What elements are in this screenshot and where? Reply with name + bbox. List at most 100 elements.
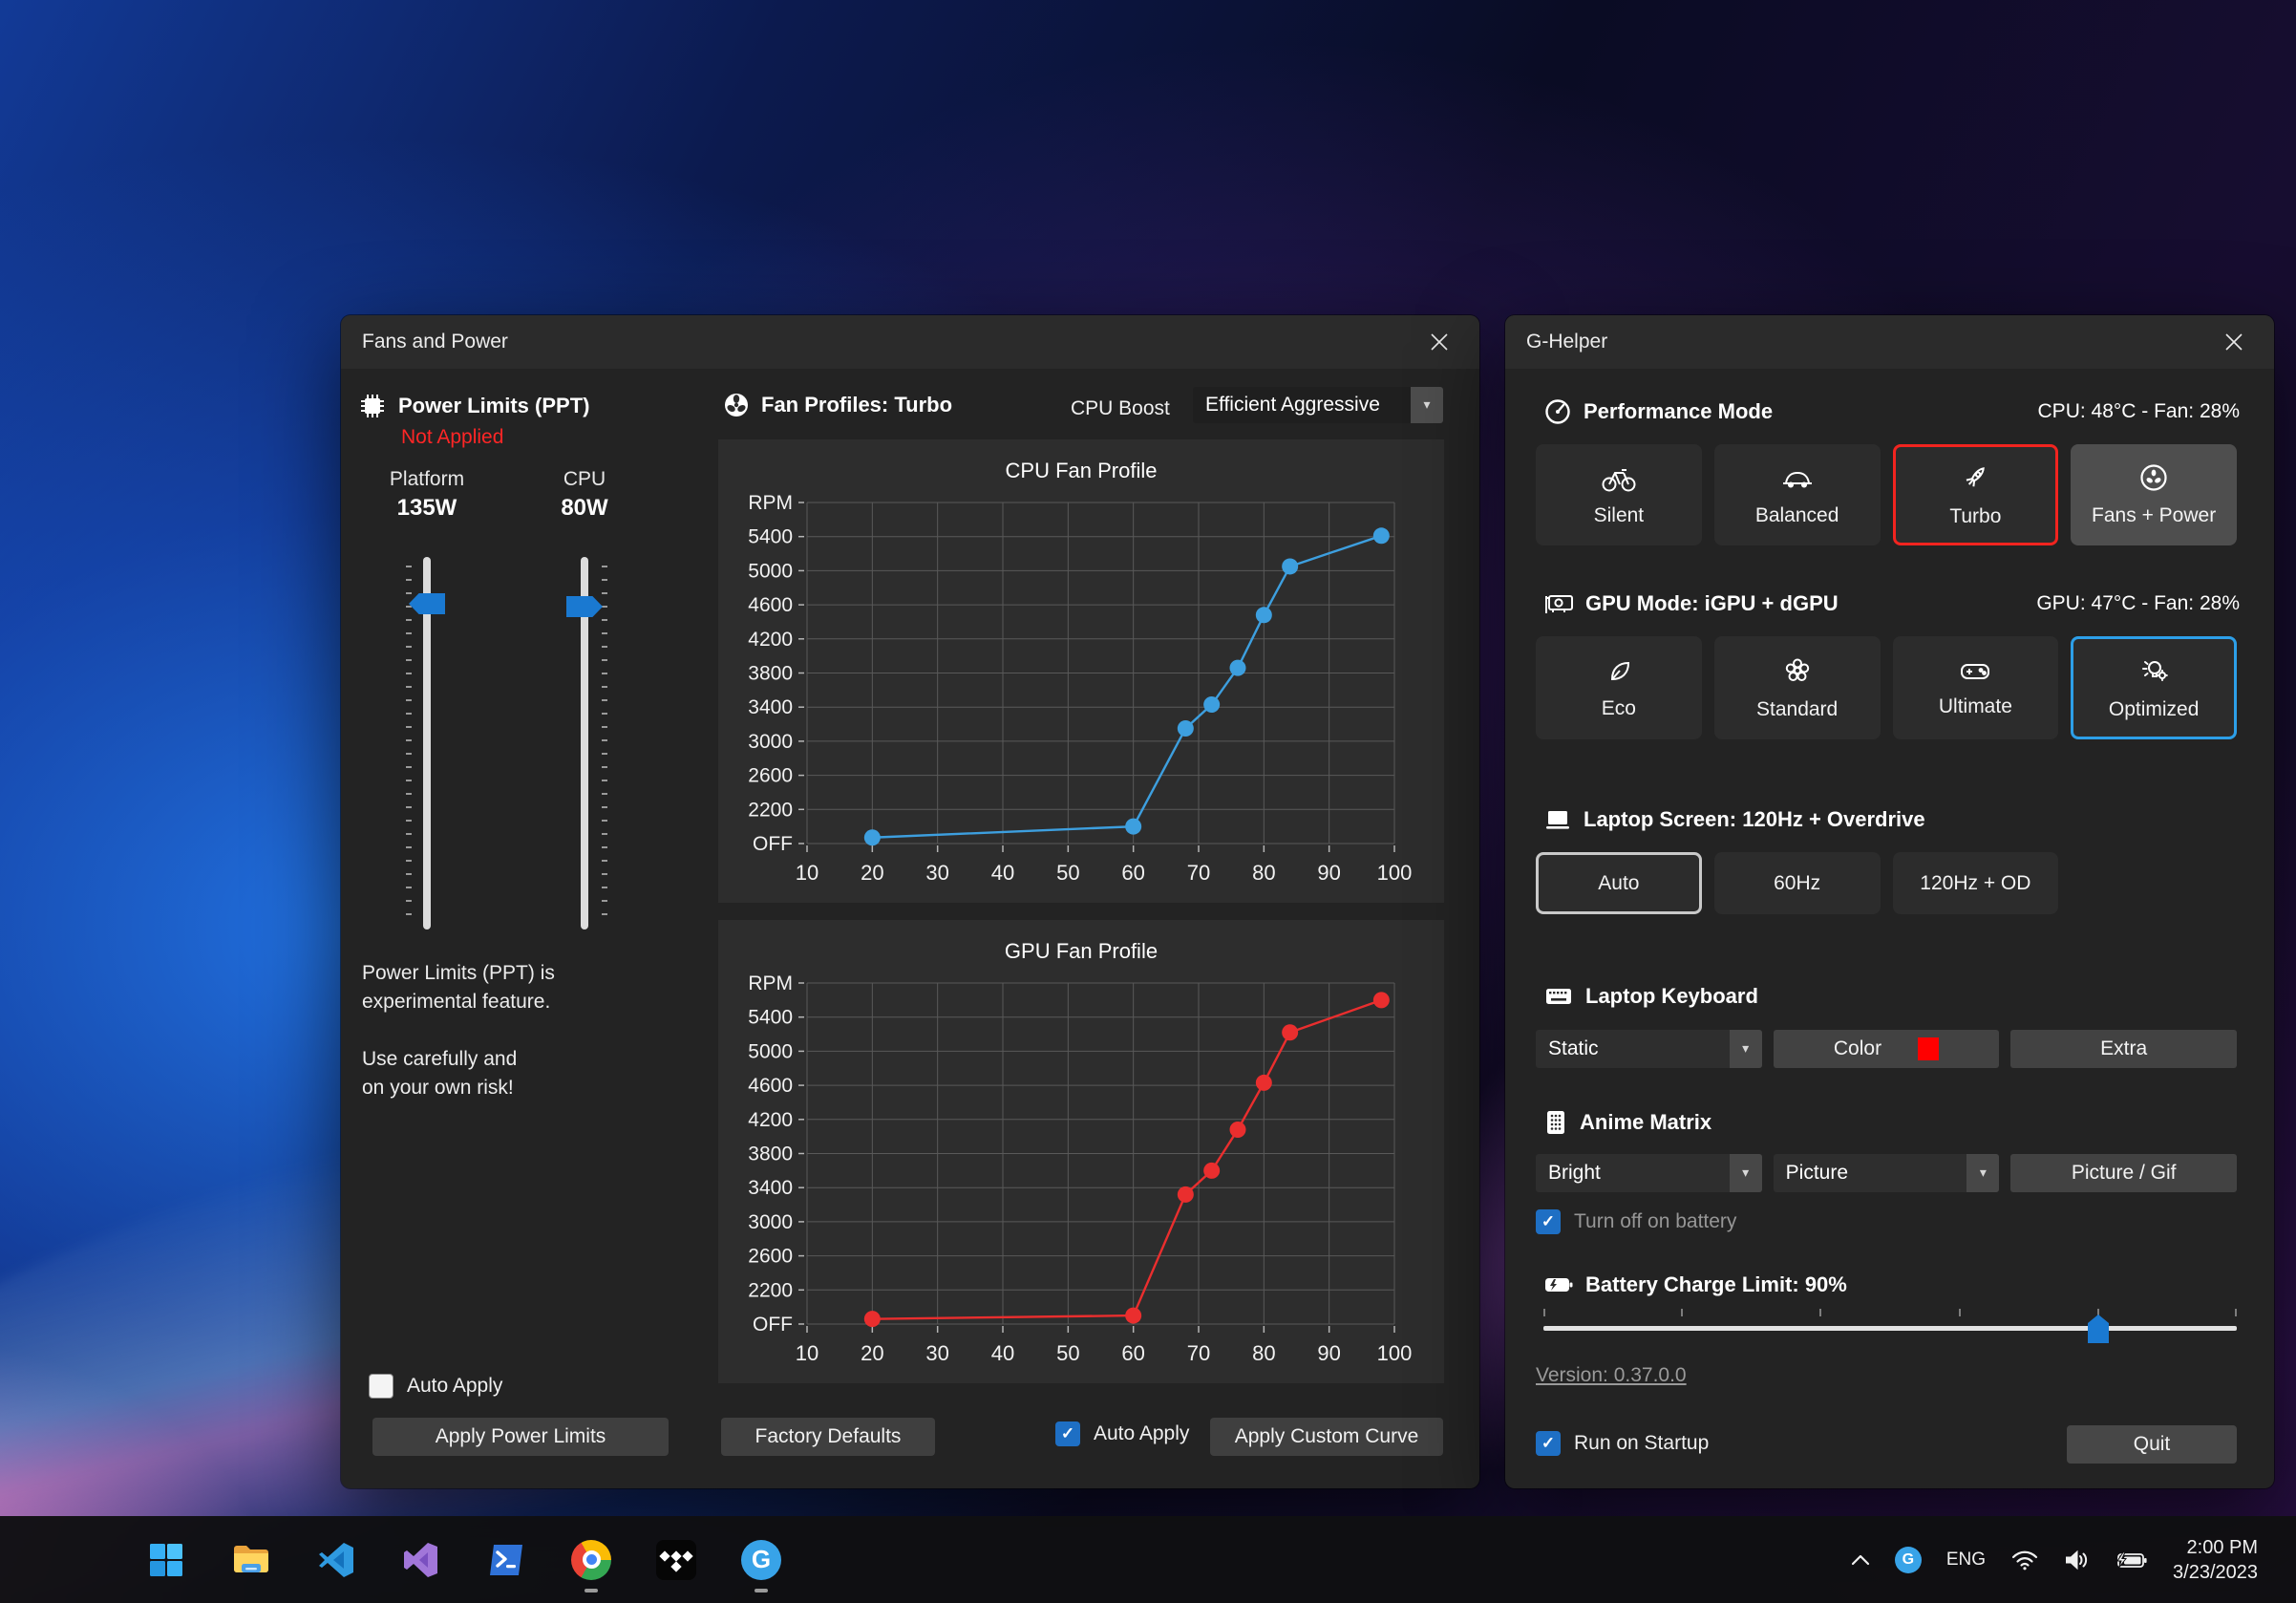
gpu-fan-chart[interactable]: RPM540050004600420038003400300026002200O… bbox=[718, 920, 1444, 1383]
gpu-ultimate-button[interactable]: Ultimate bbox=[1893, 636, 2059, 739]
chrome-icon[interactable] bbox=[570, 1539, 612, 1581]
chevron-down-icon[interactable]: ▾ bbox=[1730, 1030, 1762, 1068]
svg-text:GPU Fan Profile: GPU Fan Profile bbox=[1005, 939, 1158, 963]
power-limits-header: Power Limits (PPT) bbox=[358, 392, 589, 420]
close-icon[interactable] bbox=[2215, 323, 2253, 361]
cpu-boost-dropdown[interactable]: Efficient Aggressive ▾ bbox=[1193, 387, 1443, 423]
fan-profiles-heading: Fan Profiles: Turbo bbox=[761, 393, 952, 417]
cpu-label: CPU bbox=[518, 468, 651, 491]
screen-auto-button[interactable]: Auto bbox=[1536, 852, 1702, 914]
matrix-picture-gif-button[interactable]: Picture / Gif bbox=[2010, 1154, 2237, 1192]
wifi-icon[interactable] bbox=[2010, 1549, 2039, 1571]
screen-buttons: Auto 60Hz 120Hz + OD bbox=[1536, 852, 2237, 914]
quit-button[interactable]: Quit bbox=[2067, 1425, 2237, 1464]
svg-text:RPM: RPM bbox=[748, 492, 793, 514]
svg-text:OFF: OFF bbox=[753, 833, 793, 855]
svg-text:3000: 3000 bbox=[748, 1211, 793, 1233]
fans-window-titlebar[interactable]: Fans and Power bbox=[341, 315, 1479, 369]
svg-text:30: 30 bbox=[925, 1341, 948, 1365]
battery-tray-icon[interactable] bbox=[2115, 1550, 2148, 1571]
start-button[interactable] bbox=[145, 1539, 187, 1581]
tidal-icon[interactable] bbox=[655, 1539, 697, 1581]
run-on-startup-checkbox[interactable]: ✓ bbox=[1536, 1431, 1561, 1456]
gpu-optimized-button[interactable]: Optimized bbox=[2071, 636, 2237, 739]
platform-label: Platform bbox=[360, 468, 494, 491]
matrix-brightness-dropdown[interactable]: Bright ▾ bbox=[1536, 1154, 1762, 1192]
mode-turbo-button[interactable]: Turbo bbox=[1893, 444, 2059, 545]
running-indicator bbox=[755, 1589, 768, 1592]
power-auto-apply-checkbox[interactable] bbox=[369, 1374, 393, 1399]
gpu-temp-status: GPU: 47°C - Fan: 28% bbox=[2036, 592, 2240, 615]
factory-defaults-button[interactable]: Factory Defaults bbox=[721, 1418, 935, 1456]
screen-60hz-button[interactable]: 60Hz bbox=[1714, 852, 1881, 914]
vscode-icon[interactable] bbox=[315, 1539, 357, 1581]
keyboard-mode-dropdown[interactable]: Static ▾ bbox=[1536, 1030, 1762, 1068]
cpu-slider-thumb[interactable] bbox=[566, 596, 603, 617]
close-icon[interactable] bbox=[1420, 323, 1458, 361]
svg-text:30: 30 bbox=[925, 861, 948, 885]
gpu-fan-chart-panel: RPM540050004600420038003400300026002200O… bbox=[718, 920, 1444, 1383]
svg-text:70: 70 bbox=[1187, 1341, 1210, 1365]
leaf-icon bbox=[1604, 655, 1634, 686]
curve-auto-apply-label: Auto Apply bbox=[1094, 1422, 1189, 1445]
cpu-fan-chart[interactable]: RPM540050004600420038003400300026002200O… bbox=[718, 439, 1444, 903]
taskbar-icons: G bbox=[145, 1516, 782, 1603]
battery-slider-track[interactable] bbox=[1543, 1326, 2237, 1331]
svg-text:5000: 5000 bbox=[748, 1040, 793, 1062]
apply-power-limits-button[interactable]: Apply Power Limits bbox=[372, 1418, 669, 1456]
curve-auto-apply-checkbox[interactable]: ✓ bbox=[1055, 1421, 1080, 1446]
chevron-down-icon[interactable]: ▾ bbox=[1966, 1154, 1999, 1192]
svg-text:100: 100 bbox=[1377, 1341, 1413, 1365]
keyboard-extra-button[interactable]: Extra bbox=[2010, 1030, 2237, 1068]
svg-text:40: 40 bbox=[991, 861, 1014, 885]
file-explorer-icon[interactable] bbox=[230, 1539, 272, 1581]
matrix-battery-checkbox-row: ✓ Turn off on battery bbox=[1536, 1209, 1736, 1234]
platform-slider-thumb[interactable] bbox=[409, 593, 445, 614]
version-link[interactable]: Version: 0.37.0.0 bbox=[1536, 1364, 1687, 1387]
gpu-standard-button[interactable]: Standard bbox=[1714, 636, 1881, 739]
mode-balanced-button[interactable]: Balanced bbox=[1714, 444, 1881, 545]
volume-icon[interactable] bbox=[2064, 1549, 2091, 1571]
gpu-mode-heading: GPU Mode: iGPU + dGPU bbox=[1585, 591, 1839, 616]
svg-text:40: 40 bbox=[991, 1341, 1014, 1365]
svg-text:70: 70 bbox=[1187, 861, 1210, 885]
fans-window-title: Fans and Power bbox=[362, 331, 508, 353]
terminal-icon[interactable] bbox=[485, 1539, 527, 1581]
ghelper-tray-icon[interactable]: G bbox=[1895, 1547, 1922, 1573]
svg-text:CPU Fan Profile: CPU Fan Profile bbox=[1006, 459, 1158, 482]
language-indicator[interactable]: ENG bbox=[1946, 1550, 1986, 1571]
gamepad-icon bbox=[1958, 657, 1992, 684]
fan-icon bbox=[723, 392, 750, 418]
apply-custom-curve-button[interactable]: Apply Custom Curve bbox=[1210, 1418, 1443, 1456]
turn-off-on-battery-checkbox[interactable]: ✓ bbox=[1536, 1209, 1561, 1234]
run-on-startup-label: Run on Startup bbox=[1574, 1432, 1709, 1455]
bicycle-icon bbox=[1601, 462, 1637, 493]
ghelper-titlebar[interactable]: G-Helper bbox=[1505, 315, 2274, 369]
matrix-content-dropdown[interactable]: Picture ▾ bbox=[1774, 1154, 2000, 1192]
taskbar: G G ENG bbox=[0, 1516, 2296, 1603]
svg-text:2200: 2200 bbox=[748, 1279, 793, 1301]
keyboard-color-button[interactable]: Color bbox=[1774, 1030, 2000, 1068]
power-limits-note: Power Limits (PPT) is experimental featu… bbox=[362, 959, 687, 1102]
gpu-eco-button[interactable]: Eco bbox=[1536, 636, 1702, 739]
svg-text:3800: 3800 bbox=[748, 663, 793, 685]
rocket-icon bbox=[1959, 461, 1991, 494]
run-on-startup-row: ✓ Run on Startup bbox=[1536, 1431, 1709, 1456]
screen-120hz-button[interactable]: 120Hz + OD bbox=[1893, 852, 2059, 914]
fan-circle-icon bbox=[2138, 462, 2169, 493]
gpu-buttons: Eco Standard bbox=[1536, 636, 2237, 739]
ghelper-taskbar-icon[interactable]: G bbox=[740, 1539, 782, 1581]
clock-time: 2:00 PM bbox=[2173, 1535, 2258, 1560]
svg-text:20: 20 bbox=[861, 1341, 883, 1365]
clock[interactable]: 2:00 PM 3/23/2023 bbox=[2173, 1535, 2258, 1585]
ghelper-logo: G bbox=[741, 1540, 781, 1580]
chevron-down-icon[interactable]: ▾ bbox=[1411, 387, 1443, 423]
svg-text:5000: 5000 bbox=[748, 560, 793, 582]
chevron-down-icon[interactable]: ▾ bbox=[1730, 1154, 1762, 1192]
mode-fans-power-button[interactable]: Fans + Power bbox=[2071, 444, 2237, 545]
tray-chevron-up-icon[interactable] bbox=[1851, 1554, 1870, 1566]
battery-slider-thumb[interactable] bbox=[2088, 1314, 2109, 1343]
mode-silent-button[interactable]: Silent bbox=[1536, 444, 1702, 545]
visual-studio-icon[interactable] bbox=[400, 1539, 442, 1581]
desktop: Fans and Power Power Limits (PPT) Not Ap… bbox=[0, 0, 2296, 1603]
